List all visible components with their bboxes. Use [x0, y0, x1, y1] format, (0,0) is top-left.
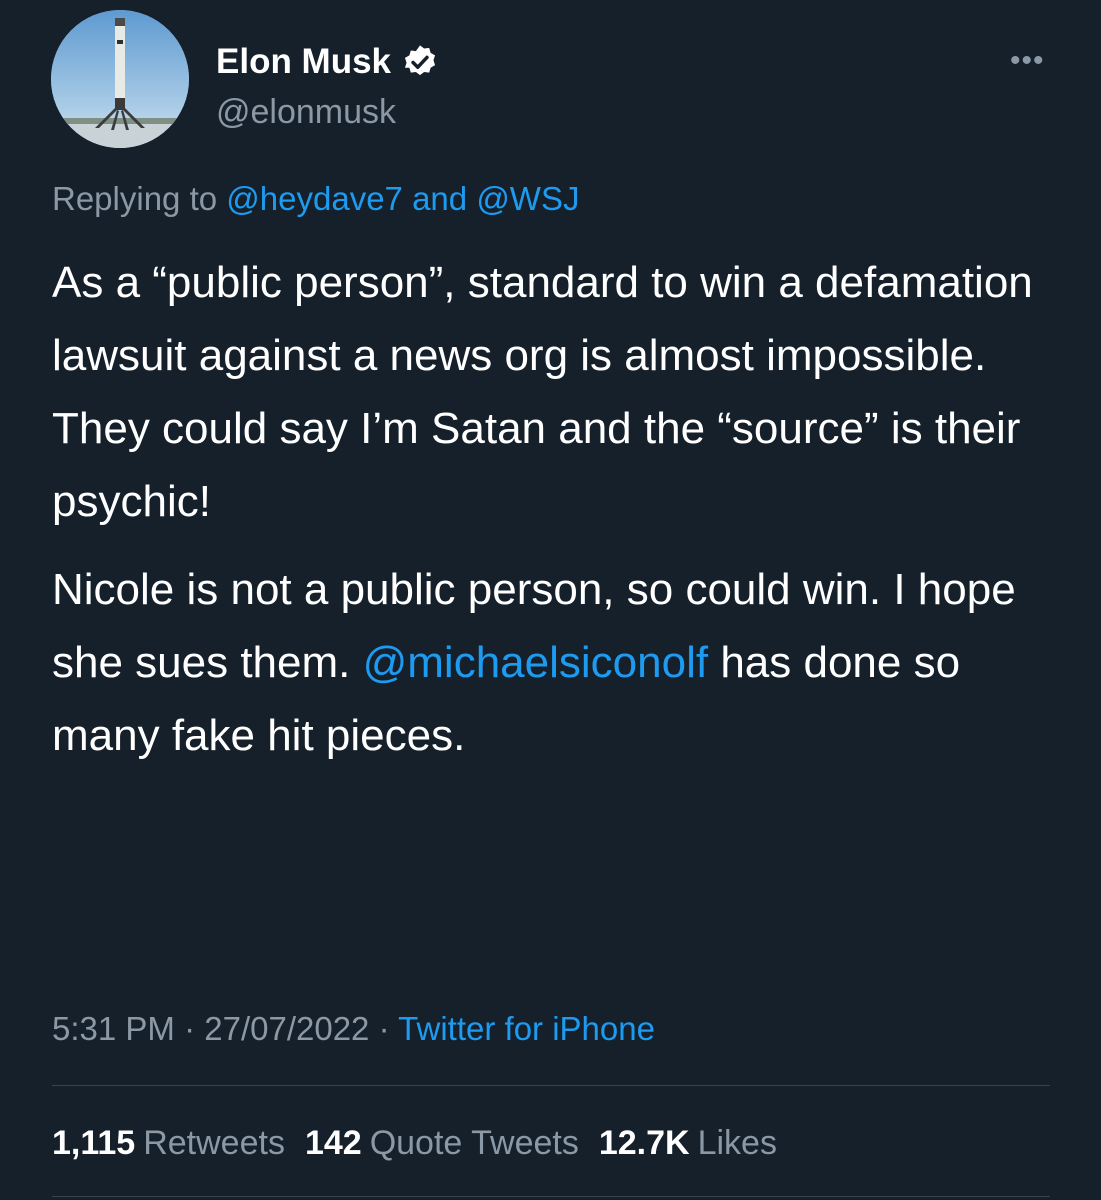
more-options-icon[interactable]: ••• — [1010, 46, 1045, 76]
retweets-count: 1,115 — [52, 1124, 136, 1162]
retweets-stat[interactable]: 1,115 Retweets — [52, 1120, 285, 1166]
likes-count: 12.7K — [598, 1124, 690, 1162]
tweet-paragraph-2: Nicole is not a public person, so could … — [52, 553, 1062, 772]
quote-tweets-stat[interactable]: 142 Quote Tweets — [305, 1120, 579, 1166]
reply-target-heydave7[interactable]: @heydave7 — [226, 180, 403, 217]
likes-label: Likes — [697, 1124, 777, 1162]
tweet-meta: 5:31 PM · 27/07/2022 · Twitter for iPhon… — [52, 1006, 655, 1052]
quote-tweets-label: Quote Tweets — [369, 1124, 579, 1162]
tweet-time[interactable]: 5:31 PM — [52, 1010, 175, 1047]
divider — [52, 1196, 1050, 1197]
tweet-detail: Elon Musk @elonmusk ••• Replying to @hey… — [0, 0, 1101, 1200]
engagement-stats: 1,115 Retweets 142 Quote Tweets 12.7K Likes — [52, 1120, 797, 1166]
likes-stat[interactable]: 12.7K Likes — [599, 1120, 777, 1166]
divider — [52, 1085, 1050, 1086]
tweet-text: As a “public person”, standard to win a … — [52, 246, 1062, 772]
replying-to-label: Replying to — [52, 180, 218, 217]
replying-to-line: Replying to @heydave7 and @WSJ — [52, 176, 579, 222]
display-name[interactable]: Elon Musk — [216, 40, 391, 84]
reply-target-wsj[interactable]: @WSJ — [476, 180, 579, 217]
tweet-paragraph-1: As a “public person”, standard to win a … — [52, 258, 1033, 526]
author-handle[interactable]: @elonmusk — [216, 91, 396, 133]
retweets-label: Retweets — [143, 1124, 285, 1162]
reply-joiner[interactable]: and — [412, 180, 467, 217]
author-name-row: Elon Musk — [216, 40, 439, 84]
verified-badge-icon — [401, 43, 439, 81]
tweet-source[interactable]: Twitter for iPhone — [398, 1010, 655, 1047]
quote-tweets-count: 142 — [304, 1124, 362, 1162]
meta-separator: · — [378, 1010, 390, 1047]
tweet-date[interactable]: 27/07/2022 — [204, 1010, 369, 1047]
meta-separator: · — [184, 1010, 196, 1047]
rocket-avatar-image — [51, 10, 189, 148]
mention-michaelsiconolf[interactable]: @michaelsiconolf — [363, 638, 708, 687]
avatar[interactable] — [51, 10, 189, 148]
